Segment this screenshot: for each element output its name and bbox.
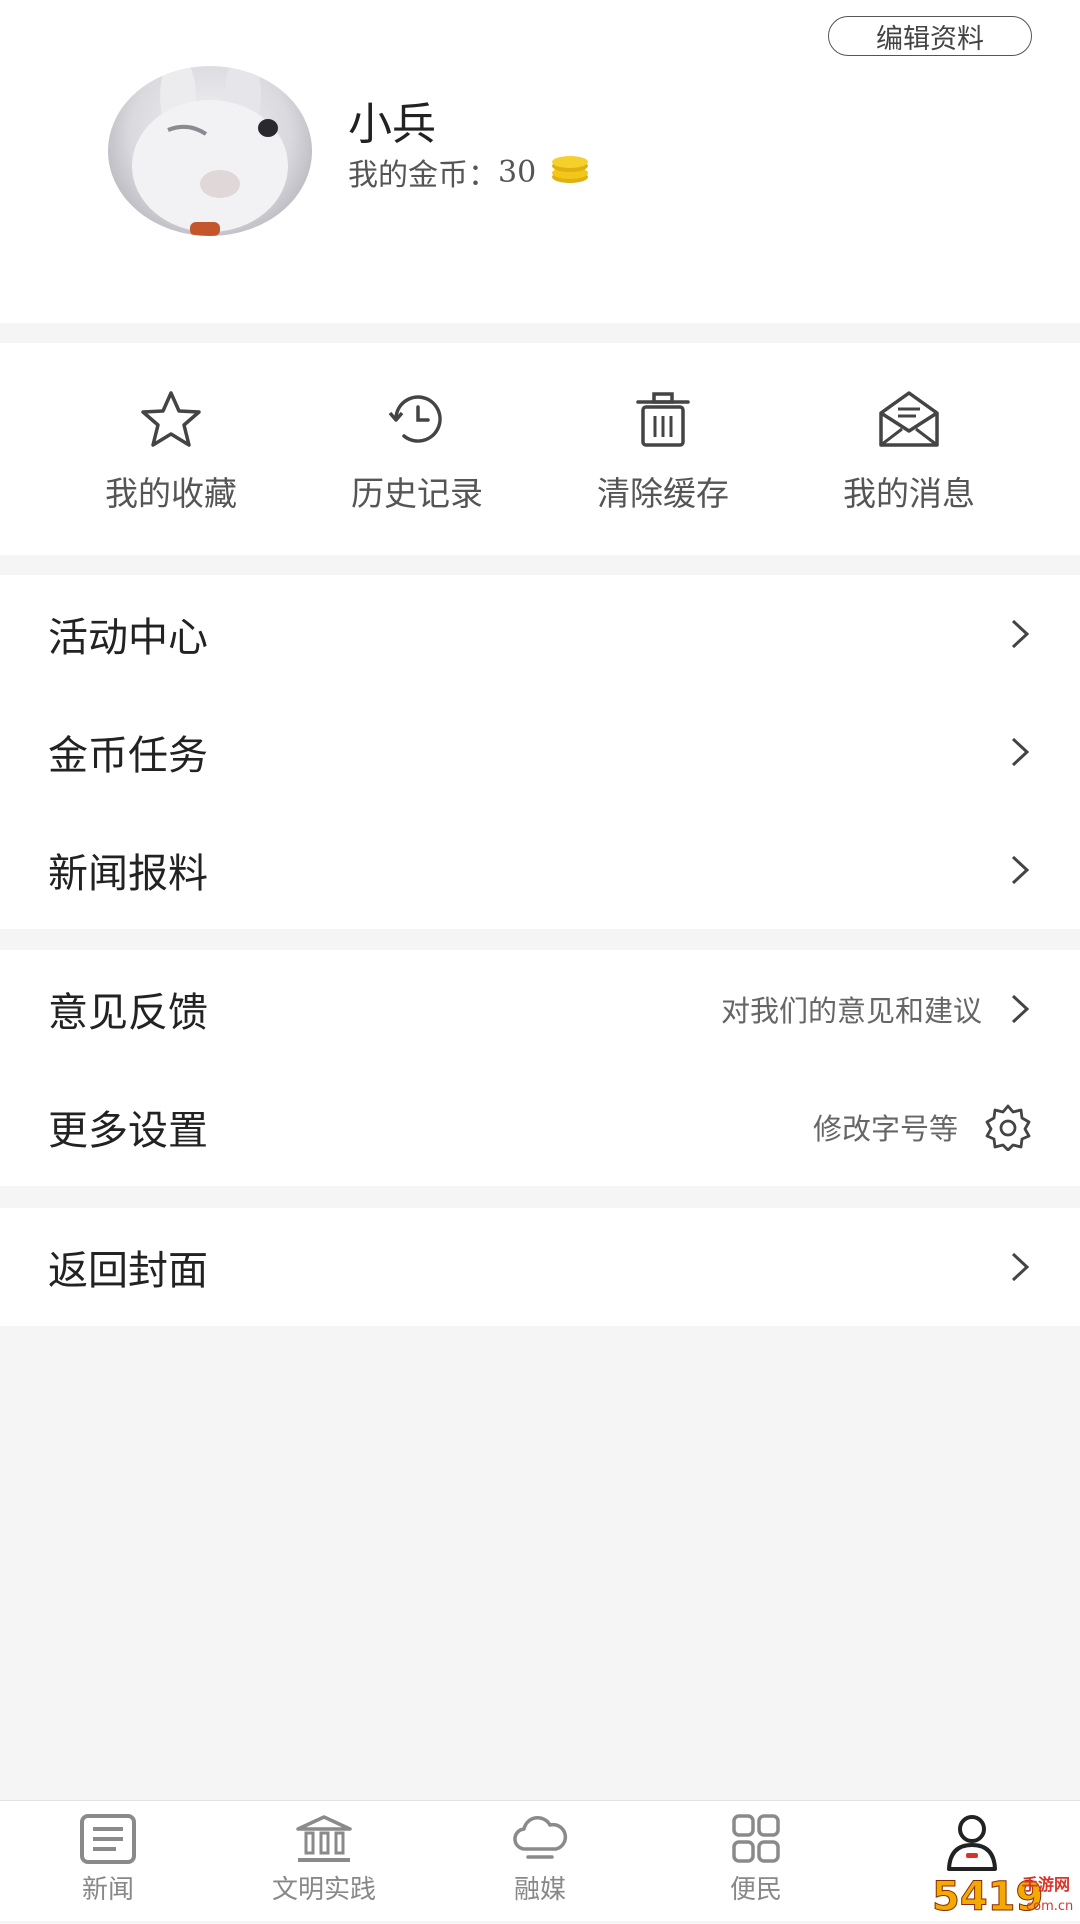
tab-civilization-practice-label: 文明实践 [271,1875,376,1905]
quick-actions: 我的收藏 历史记录 清除缓存 我的消息 [0,343,1080,555]
tab-rongmei[interactable]: 融媒 [432,1801,648,1921]
quick-history[interactable]: 历史记录 [294,343,540,555]
username: 小兵 [348,99,436,150]
coins-value: 30 [498,154,537,190]
menu-item-feedback[interactable]: 意见反馈 对我们的意见和建议 [0,950,1080,1068]
gear-icon [985,1104,1031,1151]
mail-icon [879,391,939,447]
tab-rongmei-label: 融媒 [513,1875,566,1905]
quick-messages[interactable]: 我的消息 [786,343,1032,555]
menu-group-1: 活动中心 金币任务 新闻报料 [0,575,1080,929]
menu-item-activity-center[interactable]: 活动中心 [0,575,1080,693]
quick-favorites[interactable]: 我的收藏 [48,343,294,555]
menu-item-label: 更多设置 [48,1108,208,1154]
cloud-icon [513,1816,568,1859]
menu-group-2: 意见反馈 对我们的意见和建议 更多设置 修改字号等 [0,950,1080,1186]
quick-favorites-label: 我的收藏 [105,474,237,513]
chevron-right-icon [1011,994,1030,1024]
quick-history-label: 历史记录 [351,474,483,513]
chevron-right-icon [1011,619,1030,649]
chevron-right-icon [1011,737,1030,767]
coin-balance: 我的金币： 30 [348,150,590,194]
menu-item-label: 活动中心 [48,615,208,661]
quick-messages-label: 我的消息 [843,474,975,513]
tab-convenience-label: 便民 [729,1875,782,1905]
menu-item-label: 金币任务 [48,733,208,779]
history-clock-icon [388,395,442,443]
svg-text:手游网: 手游网 [1022,1875,1070,1894]
menu-group-3: 返回封面 [0,1208,1080,1326]
menu-item-hint: 修改字号等 [812,1112,958,1146]
building-icon [296,1815,352,1862]
watermark-logo: 5419 手游网 com.cn [930,1868,1080,1921]
tab-convenience[interactable]: 便民 [648,1801,864,1921]
news-icon [80,1814,136,1864]
star-icon [141,391,201,447]
menu-item-news-tip[interactable]: 新闻报料 [0,811,1080,929]
avatar[interactable] [108,66,312,236]
edit-profile-button[interactable]: 编辑资料 [828,16,1032,56]
menu-item-label: 返回封面 [48,1248,208,1294]
menu-item-hint: 对我们的意见和建议 [720,994,982,1028]
quick-clear-cache-label: 清除缓存 [597,474,729,513]
coin-stack-icon [550,151,590,193]
tab-civilization-practice[interactable]: 文明实践 [216,1801,432,1921]
chevron-right-icon [1011,855,1030,885]
tab-news-label: 新闻 [81,1875,134,1905]
grid-icon [732,1814,780,1863]
user-icon [947,1815,997,1871]
trash-icon [636,392,690,447]
chevron-right-icon [1011,1252,1030,1282]
svg-text:com.cn: com.cn [1026,1899,1073,1914]
bottom-tab-bar: 新闻 文明实践 融媒 便民 [0,1800,1080,1921]
menu-item-more-settings[interactable]: 更多设置 修改字号等 [0,1068,1080,1186]
menu-item-label: 意见反馈 [48,990,208,1036]
menu-item-back-to-cover[interactable]: 返回封面 [0,1208,1080,1326]
quick-clear-cache[interactable]: 清除缓存 [540,343,786,555]
coins-label: 我的金币： [348,158,498,193]
tab-news[interactable]: 新闻 [0,1801,216,1921]
menu-item-label: 新闻报料 [48,851,208,897]
menu-item-coin-tasks[interactable]: 金币任务 [0,693,1080,811]
profile-header: 编辑资料 小兵 我的金币： 30 [0,0,1080,323]
